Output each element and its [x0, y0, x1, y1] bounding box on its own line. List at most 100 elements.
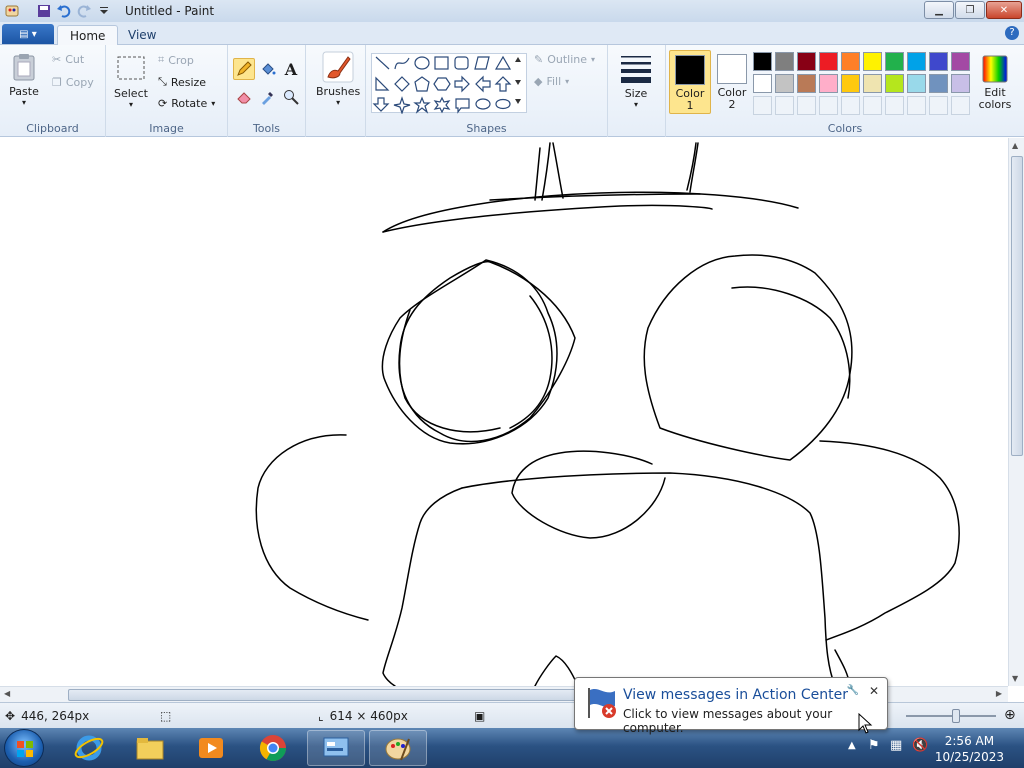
palette-color-swatch[interactable] — [797, 52, 816, 71]
qat-dropdown-icon[interactable] — [96, 3, 112, 19]
palette-custom-slot[interactable] — [797, 96, 816, 115]
select-button[interactable]: Select ▾ — [114, 53, 148, 109]
palette-color-swatch[interactable] — [753, 52, 772, 71]
palette-custom-slot[interactable] — [907, 96, 926, 115]
four-point-star-shape-icon — [393, 96, 411, 115]
palette-color-swatch[interactable] — [907, 74, 926, 93]
palette-color-swatch[interactable] — [929, 74, 948, 93]
palette-color-swatch[interactable] — [841, 52, 860, 71]
palette-custom-slot[interactable] — [863, 96, 882, 115]
outline-button[interactable]: ✎ Outline ▾ — [534, 53, 595, 66]
chrome-icon — [259, 735, 287, 762]
palette-color-swatch[interactable] — [907, 52, 926, 71]
zoom-slider-track[interactable] — [906, 715, 996, 717]
palette-color-swatch[interactable] — [885, 74, 904, 93]
volume-muted-icon[interactable]: 🔇 — [912, 738, 928, 753]
minimize-button[interactable]: ▁ — [924, 1, 954, 19]
five-point-star-shape-icon — [413, 96, 431, 114]
resize-button[interactable]: ⤡ Resize — [158, 75, 206, 89]
palette-color-swatch[interactable] — [797, 74, 816, 93]
copy-button[interactable]: ❐ Copy — [52, 76, 94, 89]
palette-color-swatch[interactable] — [951, 74, 970, 93]
taskbar-control-panel[interactable] — [307, 730, 365, 766]
tab-home[interactable]: Home — [57, 25, 119, 46]
palette-color-swatch[interactable] — [841, 74, 860, 93]
color-picker-tool[interactable] — [257, 86, 279, 108]
help-icon[interactable]: ? — [1005, 26, 1019, 40]
palette-color-swatch[interactable] — [951, 52, 970, 71]
palette-color-swatch[interactable] — [929, 52, 948, 71]
notification-close-icon[interactable]: ✕ — [869, 684, 879, 698]
palette-color-swatch[interactable] — [753, 74, 772, 93]
palette-color-swatch[interactable] — [885, 52, 904, 71]
scroll-down-icon[interactable]: ▼ — [1012, 674, 1018, 683]
action-center-notification[interactable]: View messages in Action Center Click to … — [574, 677, 888, 735]
fill-tool[interactable] — [257, 58, 279, 80]
palette-custom-slot[interactable] — [841, 96, 860, 115]
redo-icon[interactable] — [76, 3, 92, 19]
text-tool[interactable]: A — [280, 58, 302, 80]
fill-button[interactable]: ◆ Fill ▾ — [534, 75, 569, 88]
taskbar-chrome[interactable] — [244, 730, 302, 766]
taskbar-clock[interactable]: 2:56 AM 10/25/2023 — [935, 733, 1004, 765]
zoom-slider-knob[interactable] — [952, 709, 960, 723]
paint-menu-button[interactable]: ▤ ▾ — [2, 24, 54, 44]
show-hidden-icons-icon[interactable]: ▲ — [848, 740, 856, 751]
drawing-canvas[interactable] — [0, 138, 1008, 686]
palette-custom-slot[interactable] — [951, 96, 970, 115]
palette-custom-slot[interactable] — [885, 96, 904, 115]
palette-color-swatch[interactable] — [863, 74, 882, 93]
maximize-button[interactable]: ❐ — [955, 1, 985, 19]
image-size-text: 614 × 460px — [329, 709, 408, 723]
sketch-stroke — [731, 286, 851, 399]
vertical-scroll-thumb[interactable] — [1011, 156, 1023, 456]
color2-button[interactable]: Color 2 — [711, 50, 753, 114]
palette-custom-slot[interactable] — [929, 96, 948, 115]
palette-color-swatch[interactable] — [775, 52, 794, 71]
palette-color-swatch[interactable] — [819, 74, 838, 93]
tab-view[interactable]: View — [116, 25, 168, 46]
undo-icon[interactable] — [56, 3, 72, 19]
rotate-button[interactable]: ⟳ Rotate ▾ — [158, 97, 215, 110]
paste-button[interactable]: Paste ▾ — [8, 51, 40, 107]
pencil-tool[interactable] — [233, 58, 255, 80]
zoom-in-icon[interactable]: ⊕ — [1004, 707, 1016, 723]
palette-custom-slot[interactable] — [775, 96, 794, 115]
edit-colors-button[interactable]: Edit colors — [976, 53, 1014, 111]
color1-button[interactable]: Color 1 — [669, 50, 711, 114]
taskbar-paint[interactable] — [369, 730, 427, 766]
sketch-stroke — [382, 191, 799, 233]
palette-color-swatch[interactable] — [819, 52, 838, 71]
action-center-flag-icon[interactable]: ⚑ — [868, 738, 880, 753]
sketch-stroke — [398, 260, 576, 443]
palette-custom-slot[interactable] — [753, 96, 772, 115]
vertical-scrollbar[interactable]: ▲ ▼ — [1008, 138, 1024, 686]
paint-app-icon[interactable] — [4, 3, 20, 19]
taskbar-file-explorer[interactable] — [121, 730, 179, 766]
network-icon[interactable]: ▦ — [890, 738, 902, 753]
palette-color-swatch[interactable] — [863, 52, 882, 71]
restore-icon: ❐ — [965, 4, 975, 16]
start-button[interactable] — [4, 729, 44, 767]
wrench-options-icon[interactable]: 🔧 — [847, 685, 859, 696]
fill-icon: ◆ — [534, 75, 543, 88]
close-button[interactable]: ✕ — [986, 1, 1022, 19]
edit-colors-label: Edit colors — [978, 86, 1012, 111]
scroll-up-icon[interactable]: ▲ — [1012, 141, 1018, 150]
palette-custom-slot[interactable] — [819, 96, 838, 115]
rounded-rectangle-shape-icon — [454, 56, 469, 70]
magnifier-tool[interactable] — [280, 86, 302, 108]
brushes-button[interactable]: Brushes ▾ — [316, 51, 360, 107]
scroll-right-icon[interactable]: ▶ — [996, 689, 1002, 698]
palette-color-swatch[interactable] — [775, 74, 794, 93]
copy-icon: ❐ — [52, 76, 62, 89]
cut-button[interactable]: ✂ Cut — [52, 53, 84, 66]
size-button[interactable]: Size ▾ — [620, 53, 652, 109]
scroll-left-icon[interactable]: ◀ — [4, 689, 10, 698]
taskbar-internet-explorer[interactable] — [60, 730, 118, 766]
crop-button[interactable]: ⌗ Crop — [158, 53, 194, 67]
taskbar-media-player[interactable] — [182, 730, 240, 766]
eraser-tool[interactable] — [233, 86, 255, 108]
shapes-more-icon — [515, 99, 521, 104]
save-icon[interactable] — [36, 3, 52, 19]
